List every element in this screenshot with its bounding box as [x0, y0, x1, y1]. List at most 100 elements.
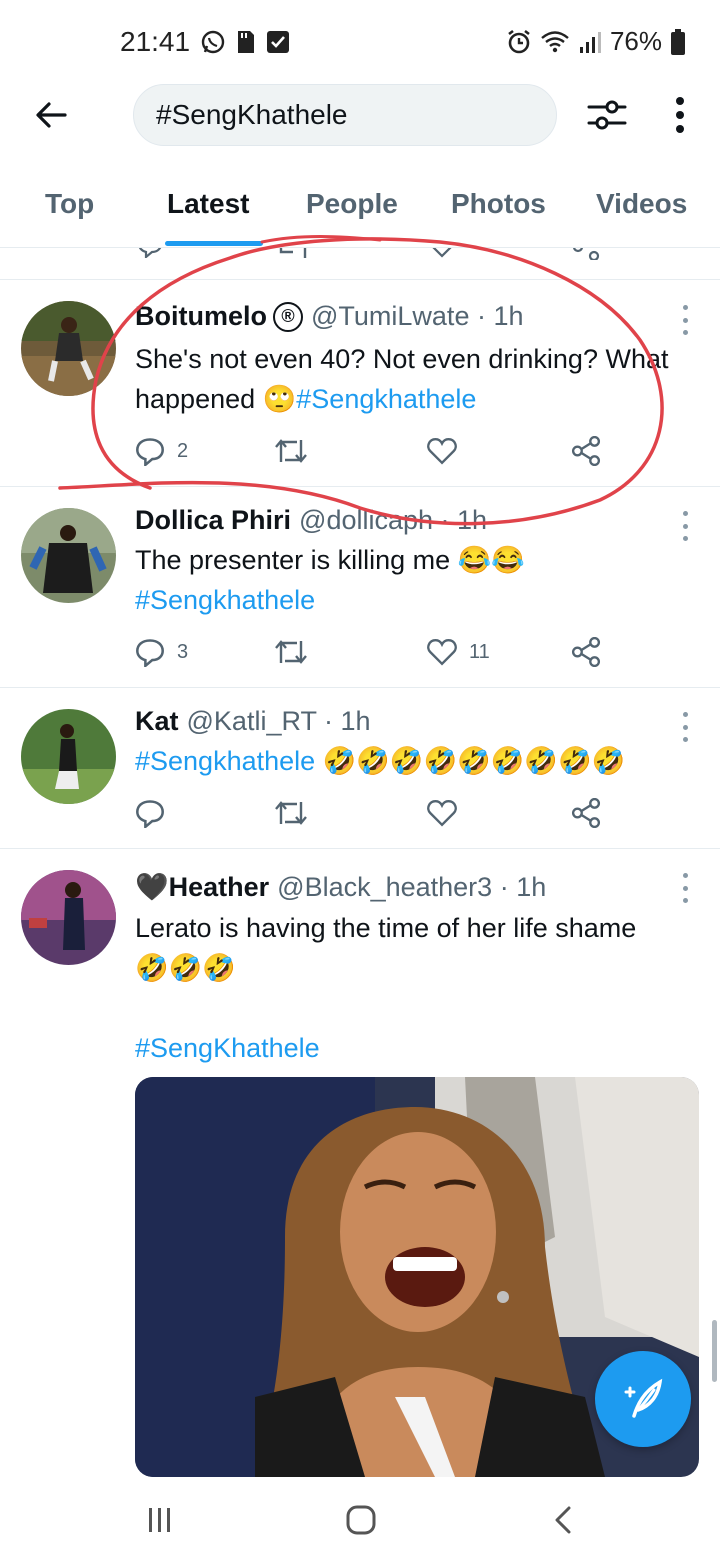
share-button[interactable] — [571, 795, 601, 831]
share-button[interactable] — [571, 634, 601, 670]
signal-icon — [579, 31, 601, 53]
tweet-menu-button[interactable] — [678, 712, 692, 742]
hashtag-link[interactable]: #SengKhathele — [135, 1033, 320, 1063]
status-time: 21:41 — [120, 26, 191, 57]
hashtag-link[interactable]: #Sengkhathele — [135, 746, 315, 776]
like-button[interactable] — [427, 795, 469, 831]
scrollbar-thumb[interactable] — [712, 1320, 717, 1382]
registered-badge: ® — [273, 301, 303, 332]
reply-button[interactable]: 2 — [135, 433, 188, 469]
tweet-item[interactable]: Boitumelo ® @TumiLwate · 1h She's not ev… — [0, 281, 720, 487]
battery-percent: 76% — [609, 26, 662, 56]
tab-latest[interactable]: Latest — [167, 188, 249, 220]
tweet-author-name[interactable]: 🖤Heather — [135, 871, 269, 903]
checkbox-icon — [267, 31, 290, 53]
compose-tweet-icon — [624, 1378, 663, 1418]
search-header: #SengKhathele — [0, 80, 720, 150]
retweet-button[interactable] — [273, 795, 321, 831]
tweet-actions: 3 11 — [135, 634, 605, 670]
reply-icon — [136, 438, 164, 466]
like-button[interactable]: 11 — [427, 634, 490, 670]
status-left: 21:41 — [120, 26, 290, 58]
tweet-menu-button[interactable] — [678, 305, 692, 335]
tweet-text: The presenter is killing me 😂😂 #Sengkhat… — [135, 540, 705, 620]
reply-count: 3 — [177, 640, 189, 663]
share-icon[interactable] — [572, 248, 600, 260]
tab-photos[interactable]: Photos — [451, 188, 546, 220]
share-icon — [571, 798, 601, 828]
avatar[interactable] — [21, 709, 116, 804]
tweet-body: Lerato is having the time of her life sh… — [135, 913, 637, 943]
avatar[interactable] — [21, 301, 116, 396]
retweet-icon[interactable] — [275, 248, 311, 260]
retweet-icon — [275, 439, 307, 463]
reply-count: 2 — [177, 439, 189, 462]
active-tab-indicator — [165, 241, 263, 246]
avatar[interactable] — [21, 870, 116, 965]
share-button[interactable] — [571, 433, 601, 469]
tweet-item[interactable]: Kat @Katli_RT · 1h #Sengkhathele 🤣🤣🤣🤣🤣🤣🤣… — [0, 688, 720, 849]
tweet-header: 🖤Heather @Black_heather3 · 1h — [135, 871, 546, 903]
back-nav-button[interactable] — [533, 1498, 593, 1542]
like-count: 11 — [469, 640, 490, 663]
recent-apps-icon — [149, 1508, 170, 1532]
whatsapp-icon — [201, 30, 225, 54]
tweet-author-name[interactable]: Kat — [135, 706, 179, 737]
tweet-header: Kat @Katli_RT · 1h — [135, 706, 371, 737]
recent-apps-button[interactable] — [130, 1498, 190, 1542]
tweet-item[interactable]: Dollica Phiri @dollicaph · 1h The presen… — [0, 487, 720, 688]
emoji-tears-of-joy: 😂😂 — [457, 545, 525, 575]
reply-button[interactable]: 3 — [135, 634, 188, 670]
tweet-handle-time[interactable]: @TumiLwate · 1h — [311, 301, 523, 332]
search-input[interactable]: #SengKhathele — [133, 84, 557, 146]
hashtag-link[interactable]: #Sengkhathele — [296, 384, 476, 414]
tweet-handle-time[interactable]: @dollicaph · 1h — [299, 505, 487, 536]
emoji-rofl-row: 🤣🤣🤣 — [135, 953, 236, 983]
share-icon — [571, 436, 601, 466]
reply-button[interactable] — [135, 795, 177, 831]
search-tabs: Top Latest People Photos Videos — [0, 170, 720, 248]
tweet-body: The presenter is killing me — [135, 545, 451, 575]
tweet-header: Boitumelo ® @TumiLwate · 1h — [135, 301, 523, 332]
like-icon[interactable] — [428, 248, 456, 258]
tweet-author-name[interactable]: Boitumelo — [135, 301, 267, 332]
tab-people[interactable]: People — [306, 188, 398, 220]
more-options-button[interactable] — [660, 90, 700, 140]
compose-tweet-button[interactable] — [595, 1351, 691, 1447]
tweet-author-name[interactable]: Dollica Phiri — [135, 505, 291, 536]
back-button[interactable] — [28, 92, 74, 138]
search-input-value: #SengKhathele — [156, 99, 348, 130]
tab-top[interactable]: Top — [45, 188, 94, 220]
retweet-button[interactable] — [273, 634, 321, 670]
tweet-handle-time[interactable]: @Black_heather3 · 1h — [277, 872, 546, 903]
avatar[interactable] — [21, 508, 116, 603]
tweet-actions — [135, 795, 605, 831]
emoji-rofl-row: 🤣🤣🤣🤣🤣🤣🤣🤣🤣 — [322, 746, 626, 776]
back-icon — [555, 1506, 571, 1534]
tweet-header: Dollica Phiri @dollicaph · 1h — [135, 505, 487, 536]
tweet-handle-time[interactable]: @Katli_RT · 1h — [187, 706, 371, 737]
filter-button[interactable] — [582, 90, 632, 140]
emoji-rolling-eyes: 🙄 — [262, 384, 297, 414]
tweet-menu-button[interactable] — [678, 511, 692, 541]
retweet-icon — [275, 640, 307, 664]
like-button[interactable] — [427, 433, 469, 469]
reply-icon — [136, 800, 164, 828]
alarm-icon — [508, 29, 530, 53]
share-icon — [571, 637, 601, 667]
like-icon — [427, 639, 457, 666]
home-button[interactable] — [331, 1498, 391, 1542]
filter-icon — [587, 100, 627, 130]
tweet-text: #Sengkhathele 🤣🤣🤣🤣🤣🤣🤣🤣🤣 — [135, 741, 705, 781]
hashtag-link[interactable]: #Sengkhathele — [135, 585, 315, 615]
reply-icon[interactable] — [137, 248, 163, 258]
previous-tweet-actions — [0, 248, 720, 280]
tweet-text: Lerato is having the time of her life sh… — [135, 908, 705, 1068]
system-navigation-bar — [0, 1478, 720, 1560]
sd-card-icon — [238, 31, 255, 53]
tweet-menu-button[interactable] — [678, 873, 692, 903]
tab-videos[interactable]: Videos — [596, 188, 687, 220]
tweet-text: She's not even 40? Not even drinking? Wh… — [135, 339, 705, 419]
retweet-button[interactable] — [273, 433, 321, 469]
like-icon — [427, 800, 457, 827]
